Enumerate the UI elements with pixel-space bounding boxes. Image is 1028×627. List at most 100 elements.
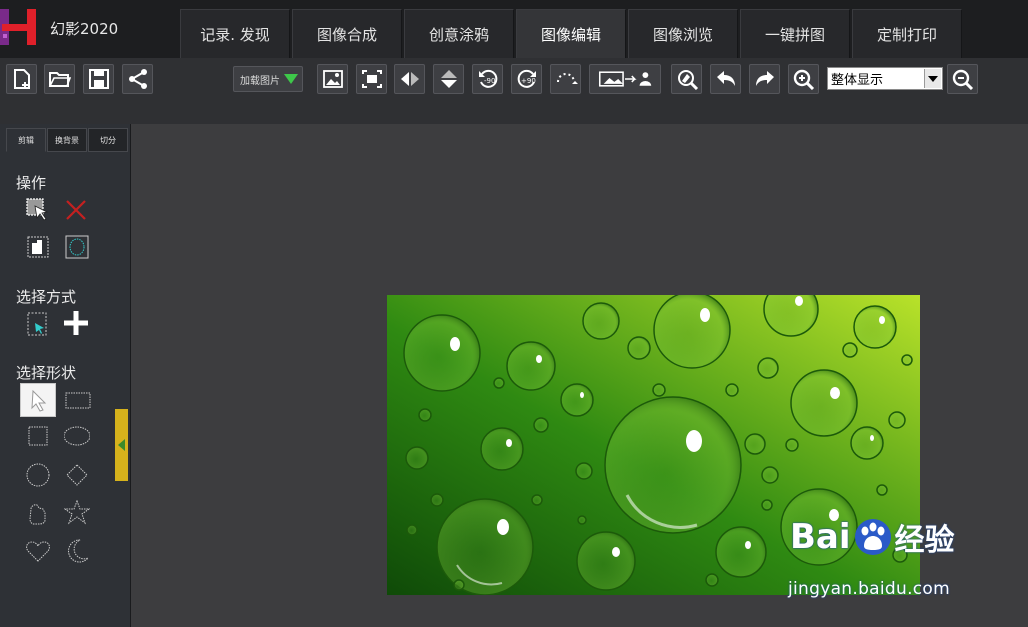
rotate-left-90-icon: -90 <box>478 69 497 88</box>
svg-text:-90: -90 <box>484 77 495 85</box>
section-operation-title: 操作 <box>16 174 47 192</box>
shape-square-button[interactable] <box>24 422 52 450</box>
pointer-icon <box>31 389 47 412</box>
panel-tab-change-background[interactable]: 换背景 <box>47 128 87 152</box>
panel-tabs: 剪辑 换背景 切分 <box>6 128 129 152</box>
watermark-logo: Bai 经验 <box>790 515 955 559</box>
section-select-mode-title: 选择方式 <box>16 288 77 306</box>
open-folder-button[interactable] <box>44 64 75 94</box>
watermark-url: jingyan.baidu.com <box>788 579 950 599</box>
zoom-level-select[interactable]: 整体显示 <box>827 67 943 90</box>
tab-image-edit[interactable]: 图像编辑 <box>516 9 626 58</box>
ellipse-icon <box>64 426 90 446</box>
main-tabs: 记录. 发现 图像合成 创意涂鸦 图像编辑 图像浏览 一键拼图 定制打印 <box>180 9 964 58</box>
selection-cursor-icon <box>26 198 49 221</box>
fill-selection-button[interactable] <box>24 233 52 261</box>
invert-selection-button[interactable] <box>63 233 91 261</box>
rotate-free-icon <box>556 73 578 84</box>
rotate-left-90-button[interactable]: -90 <box>472 64 503 94</box>
panel-tab-clip[interactable]: 剪辑 <box>6 128 46 152</box>
shape-diamond-button[interactable] <box>63 461 91 489</box>
app-logo <box>0 6 40 48</box>
diamond-icon <box>66 464 88 486</box>
rotate-right-90-icon: +90 <box>517 69 536 88</box>
dropdown-arrow-icon <box>284 74 298 84</box>
shape-custom-button[interactable] <box>24 499 52 527</box>
toolbar-spacer <box>0 101 1028 124</box>
rotate-right-90-button[interactable]: +90 <box>511 64 542 94</box>
shape-moon-button[interactable] <box>63 537 91 565</box>
zoom-in-icon <box>793 69 814 90</box>
perspective-icon <box>598 71 652 87</box>
crop-icon <box>361 70 382 88</box>
paw-icon <box>854 519 891 555</box>
heart-icon <box>26 541 50 562</box>
tab-composite[interactable]: 图像合成 <box>292 9 402 58</box>
shape-pointer-button[interactable] <box>20 383 56 417</box>
zoom-out-button[interactable] <box>947 64 978 94</box>
section-select-shape-title: 选择形状 <box>16 364 77 382</box>
tab-image-browse[interactable]: 图像浏览 <box>628 9 738 58</box>
undo-button[interactable] <box>710 64 741 94</box>
flip-horizontal-icon <box>400 72 419 86</box>
flip-horizontal-button[interactable] <box>394 64 425 94</box>
chevron-down-icon <box>924 69 941 88</box>
watermark-brand-a: Bai <box>790 517 851 557</box>
toolbar: 加载图片 -90 +90 整体显示 <box>0 58 1028 101</box>
moon-icon <box>68 539 89 563</box>
svg-text:+90: +90 <box>521 77 536 85</box>
redo-icon <box>755 71 774 86</box>
tab-collage[interactable]: 一键拼图 <box>740 9 850 58</box>
tab-record[interactable]: 记录. 发现 <box>180 9 290 58</box>
select-mode-add-button[interactable] <box>62 309 90 337</box>
watermark-brand-b: 经验 <box>894 523 955 558</box>
shape-fill-icon <box>27 236 49 258</box>
zoom-out-icon <box>952 69 973 90</box>
shape-rectangle-button[interactable] <box>64 386 92 414</box>
zoom-in-button[interactable] <box>788 64 819 94</box>
fit-image-button[interactable] <box>317 64 348 94</box>
circle-icon <box>26 463 50 487</box>
select-tool-button[interactable] <box>24 196 52 224</box>
eraser-icon <box>677 70 698 90</box>
shape-circle-button[interactable] <box>24 461 52 489</box>
share-button[interactable] <box>122 64 153 94</box>
rectangle-icon <box>65 392 91 409</box>
new-file-icon <box>13 69 30 89</box>
plus-icon <box>64 311 88 335</box>
star-icon <box>64 500 90 525</box>
crop-button[interactable] <box>356 64 387 94</box>
shape-ellipse-button[interactable] <box>63 422 91 450</box>
panel-collapse-handle[interactable] <box>115 409 128 481</box>
baidu-jingyan-watermark: Bai 经验 jingyan.baidu.com <box>787 515 977 605</box>
square-icon <box>28 426 48 446</box>
load-image-label: 加载图片 <box>240 75 280 87</box>
eraser-button[interactable] <box>671 64 702 94</box>
app-window: 幻影2020 记录. 发现 图像合成 创意涂鸦 图像编辑 图像浏览 一键拼图 定… <box>0 0 1028 627</box>
undo-icon <box>716 71 735 86</box>
app-title: 幻影2020 <box>50 20 119 38</box>
hand-shape-icon <box>29 504 46 525</box>
title-bar: 幻影2020 记录. 发现 图像合成 创意涂鸦 图像编辑 图像浏览 一键拼图 定… <box>0 0 1028 58</box>
shape-star-button[interactable] <box>63 499 91 527</box>
ellipse-select-icon <box>65 235 89 259</box>
tab-doodle[interactable]: 创意涂鸦 <box>404 9 514 58</box>
select-mode-new-button[interactable] <box>24 310 52 338</box>
tab-custom-print[interactable]: 定制打印 <box>852 9 962 58</box>
close-icon <box>66 200 86 220</box>
zoom-level-value: 整体显示 <box>831 73 884 88</box>
left-tool-panel: 剪辑 换背景 切分 操作 选择方式 选择形状 <box>0 124 131 627</box>
delete-selection-button[interactable] <box>62 196 90 224</box>
save-button[interactable] <box>83 64 114 94</box>
panel-tab-split[interactable]: 切分 <box>88 128 128 152</box>
flip-vertical-button[interactable] <box>433 64 464 94</box>
share-icon <box>128 69 147 89</box>
redo-button[interactable] <box>749 64 780 94</box>
save-icon <box>88 69 109 89</box>
load-image-dropdown[interactable]: 加载图片 <box>233 66 303 92</box>
perspective-button[interactable] <box>589 64 661 94</box>
shape-heart-button[interactable] <box>24 537 52 565</box>
rotate-free-button[interactable] <box>550 64 581 94</box>
new-file-button[interactable] <box>6 64 37 94</box>
flip-vertical-icon <box>440 70 457 88</box>
